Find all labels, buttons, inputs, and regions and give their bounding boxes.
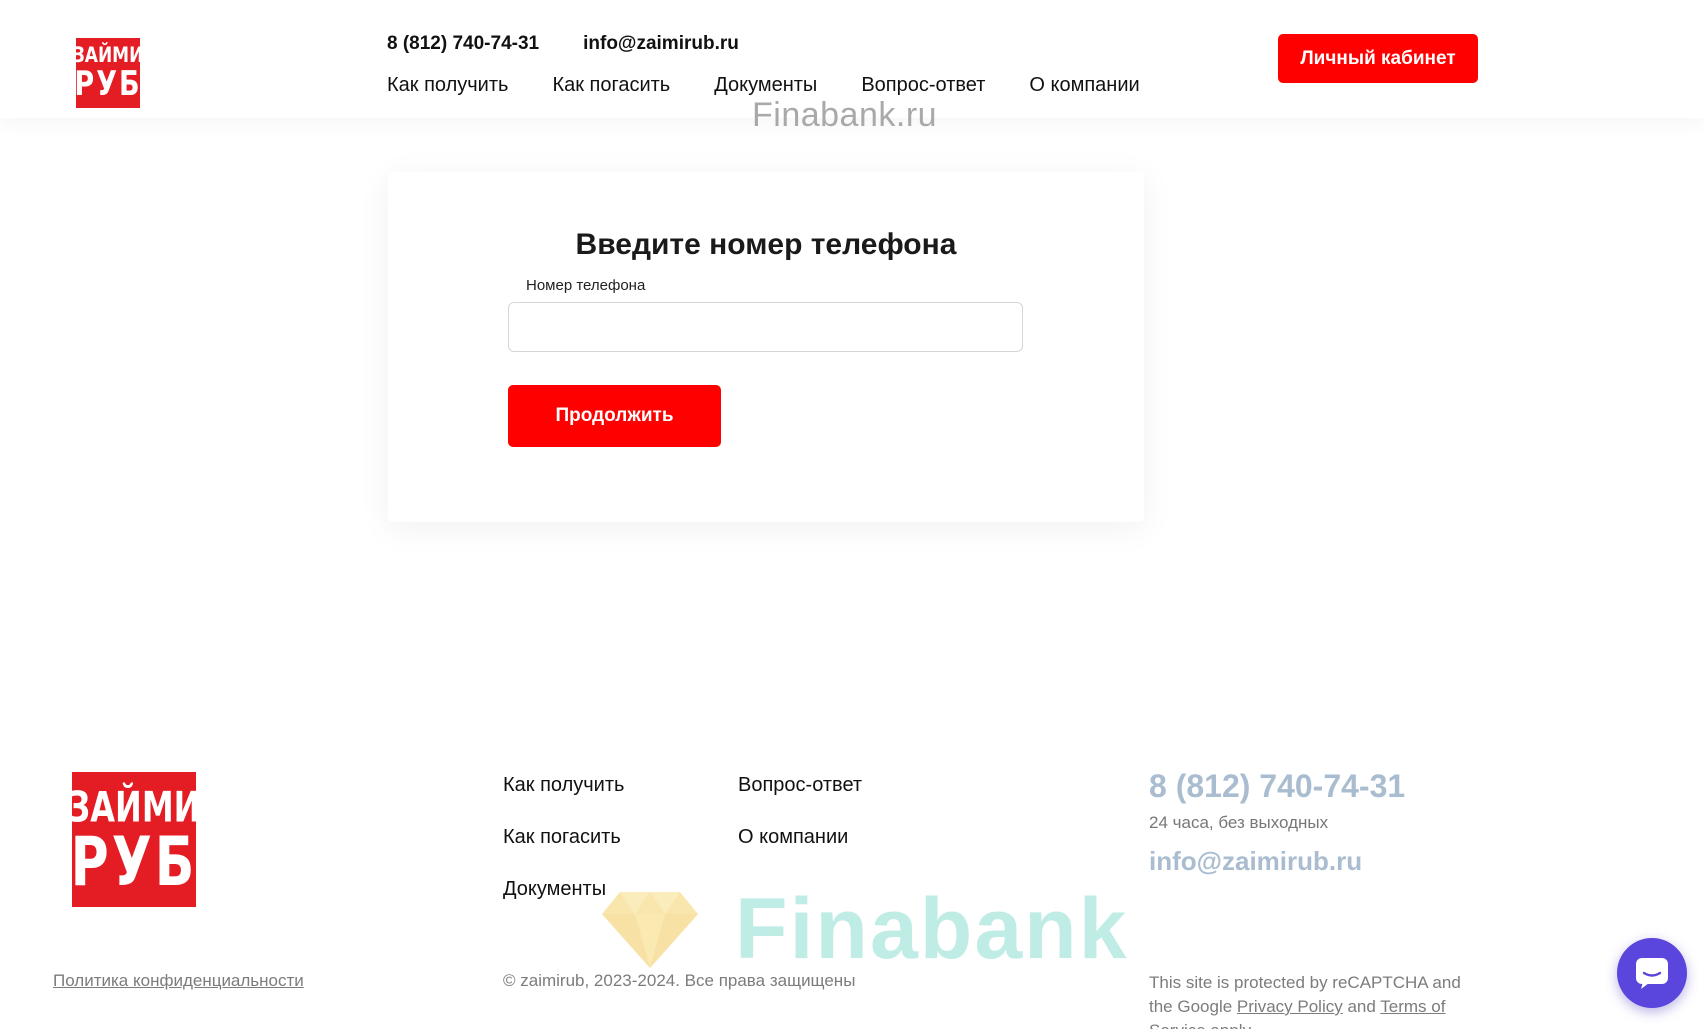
footer-email[interactable]: info@zaimirub.ru: [1149, 846, 1362, 877]
recaptcha-apply: apply.: [1210, 1021, 1254, 1029]
footer-phone[interactable]: 8 (812) 740-74-31: [1149, 768, 1405, 805]
footer-nav-about[interactable]: О компании: [738, 826, 848, 849]
footer-logo-line1: ЗАЙМИ: [67, 781, 201, 832]
phone-input[interactable]: [508, 302, 1023, 352]
chat-icon: [1636, 958, 1668, 989]
phone-form-card: Введите номер телефона Номер телефона Пр…: [388, 172, 1144, 522]
chat-button[interactable]: [1617, 938, 1687, 1008]
nav-about[interactable]: О компании: [1029, 74, 1139, 97]
header-email[interactable]: info@zaimirub.ru: [583, 33, 739, 55]
continue-button[interactable]: Продолжить: [508, 385, 721, 447]
site-logo[interactable]: ЗАЙМИ РУБ: [73, 38, 143, 108]
footer-hours: 24 часа, без выходных: [1149, 813, 1329, 832]
personal-account-button[interactable]: Личный кабинет: [1278, 34, 1478, 83]
footer-nav-documents[interactable]: Документы: [503, 878, 606, 901]
recaptcha-and: and: [1347, 997, 1376, 1016]
header-contacts: 8 (812) 740-74-31 info@zaimirub.ru: [387, 33, 739, 55]
phone-field-label: Номер телефона: [526, 277, 646, 294]
header-phone[interactable]: 8 (812) 740-74-31: [387, 33, 539, 55]
nav-documents[interactable]: Документы: [714, 74, 817, 97]
footer-nav-how-to-repay[interactable]: Как погасить: [503, 826, 621, 849]
recaptcha-privacy-link[interactable]: Privacy Policy: [1237, 997, 1343, 1016]
privacy-policy-link[interactable]: Политика конфиденциальности: [53, 971, 304, 991]
nav-faq[interactable]: Вопрос-ответ: [861, 74, 985, 97]
footer-nav-how-to-get[interactable]: Как получить: [503, 774, 624, 797]
nav-how-to-repay[interactable]: Как погасить: [552, 74, 670, 97]
recaptcha-notice: This site is protected by reCAPTCHA and …: [1149, 971, 1489, 1029]
nav-how-to-get[interactable]: Как получить: [387, 74, 508, 97]
diamond-icon: [602, 892, 698, 968]
footer-nav-faq[interactable]: Вопрос-ответ: [738, 774, 862, 797]
logo-line1: ЗАЙМИ: [72, 43, 144, 69]
watermark-bottom: Finabank: [735, 881, 1129, 977]
footer-logo[interactable]: ЗАЙМИ РУБ: [68, 772, 200, 907]
header-nav: Как получить Как погасить Документы Вопр…: [387, 74, 1140, 97]
copyright: © zaimirub, 2023-2024. Все права защищен…: [503, 971, 856, 990]
form-title: Введите номер телефона: [575, 228, 957, 261]
footer-logo-line2: РУБ: [70, 823, 198, 902]
watermark-top: Finabank.ru: [752, 96, 938, 134]
logo-line2: РУБ: [74, 65, 142, 104]
